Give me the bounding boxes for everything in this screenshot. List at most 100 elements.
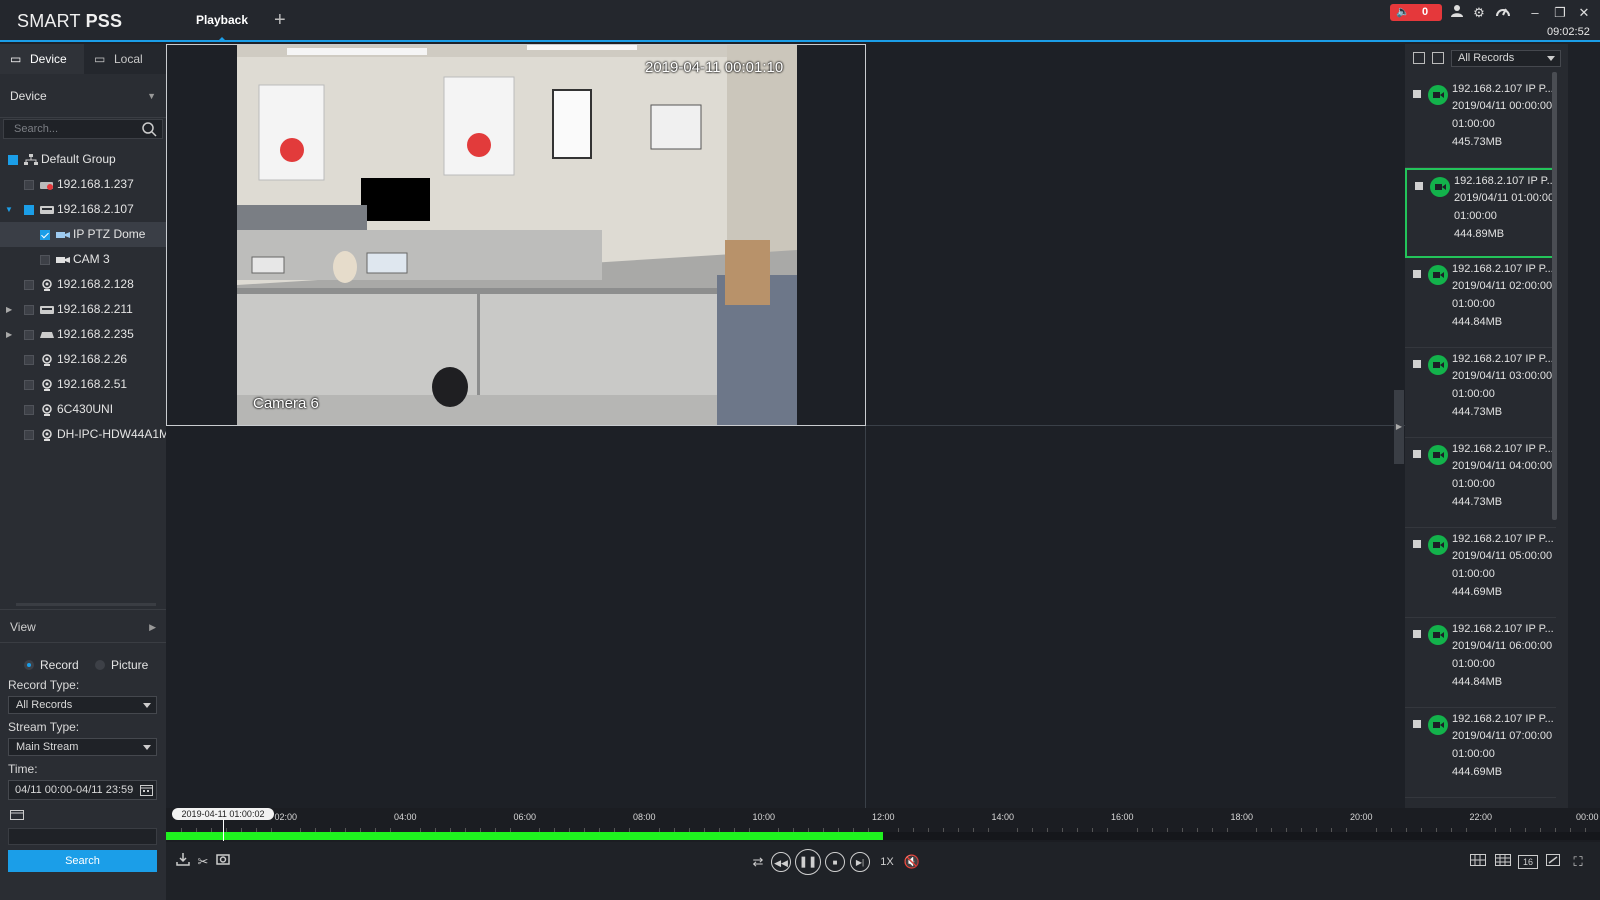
card-icon[interactable] <box>10 810 24 820</box>
tree-item-device[interactable]: 192.168.1.237 <box>0 172 166 197</box>
record-item[interactable]: 192.168.2.107 IP P... 2019/04/11 03:00:00… <box>1405 348 1556 438</box>
tree-item-default-group[interactable]: Default Group <box>0 147 166 172</box>
calendar-icon[interactable] <box>140 784 153 796</box>
checkbox[interactable] <box>24 280 34 290</box>
layout-9-icon[interactable] <box>1493 852 1513 872</box>
checkbox[interactable] <box>24 430 34 440</box>
empty-segment[interactable] <box>883 832 1600 840</box>
edit-layout-icon[interactable] <box>1543 852 1563 872</box>
restore-icon[interactable]: ❐ <box>1551 4 1569 22</box>
checkbox[interactable] <box>1413 90 1421 98</box>
search-button[interactable]: Search <box>8 850 157 872</box>
checkbox[interactable] <box>1413 540 1421 548</box>
record-item[interactable]: 192.168.2.107 IP P... 2019/04/11 00:00:00… <box>1405 78 1556 168</box>
user-icon[interactable] <box>1448 4 1466 22</box>
device-dropdown[interactable]: Device ▼ <box>0 80 166 118</box>
checkbox[interactable] <box>1413 450 1421 458</box>
record-item[interactable]: 192.168.2.107 IP P... 2019/04/11 07:00:00… <box>1405 708 1556 798</box>
checkbox[interactable] <box>40 255 50 265</box>
pause-icon[interactable]: ❚❚ <box>795 849 821 875</box>
checkbox[interactable] <box>24 205 34 215</box>
checkbox[interactable] <box>24 355 34 365</box>
time-range-field[interactable]: 04/11 00:00-04/11 23:59 <box>8 780 157 800</box>
tree-item-device[interactable]: ▶ 192.168.2.211 <box>0 297 166 322</box>
sync-icon[interactable]: ⇄ <box>749 852 767 872</box>
speed-indicator[interactable]: 1X <box>876 852 898 872</box>
tab-playback[interactable]: Playback <box>180 0 264 42</box>
checkbox[interactable] <box>24 305 34 315</box>
record-item[interactable]: 192.168.2.107 IP P... 2019/04/11 02:00:00… <box>1405 258 1556 348</box>
record-type-select[interactable]: All Records <box>8 696 157 714</box>
tree-item-device[interactable]: 192.168.2.128 <box>0 272 166 297</box>
layout-grid-icon[interactable] <box>1468 852 1488 872</box>
tree-item-device[interactable]: 192.168.2.26 <box>0 347 166 372</box>
checkbox[interactable] <box>1415 182 1423 190</box>
checkbox[interactable] <box>1413 360 1421 368</box>
recorded-segment[interactable] <box>166 832 883 840</box>
tree-item-device[interactable]: DH-IPC-HDW44A1M... <box>0 422 166 447</box>
timeline-tick-label: 12:00 <box>872 812 895 822</box>
clip-icon[interactable]: ✂ <box>194 852 212 872</box>
record-size: 444.69MB <box>1452 766 1503 778</box>
record-list-scrollbar[interactable] <box>1552 72 1557 520</box>
video-pane-1[interactable]: 2019-04-11 00:01:10 Camera 6 <box>166 44 866 426</box>
snapshot-icon[interactable] <box>214 852 232 872</box>
radio-dot <box>95 660 105 670</box>
checkbox[interactable] <box>1413 720 1421 728</box>
next-frame-icon[interactable]: ▶| <box>850 852 870 872</box>
gear-icon[interactable]: ⚙ <box>1470 4 1488 22</box>
tree-item-device[interactable]: ▼ 192.168.2.107 <box>0 197 166 222</box>
mute-icon[interactable]: 🔇 <box>903 852 921 872</box>
checkbox[interactable] <box>24 405 34 415</box>
checkbox[interactable] <box>8 155 18 165</box>
select-all-icon[interactable] <box>1413 52 1425 64</box>
record-duration: 01:00:00 <box>1452 568 1495 580</box>
timeline[interactable]: 02:00 04:00 06:00 08:00 10:00 12:00 14:00 16:00… <box>166 808 1600 842</box>
tree-item-device[interactable]: 6C430UNI <box>0 397 166 422</box>
checkbox[interactable] <box>1413 630 1421 638</box>
tree-scrollbar[interactable] <box>16 603 156 606</box>
tree-item-device[interactable]: 192.168.2.51 <box>0 372 166 397</box>
minimize-icon[interactable]: – <box>1526 4 1544 22</box>
timeline-tick-label: 18:00 <box>1230 812 1254 822</box>
stream-type-select[interactable]: Main Stream <box>8 738 157 756</box>
tree-item-channel[interactable]: CAM 3 <box>0 247 166 272</box>
tree-item-channel[interactable]: IP PTZ Dome <box>0 222 166 247</box>
tab-local[interactable]: ▭ Local <box>84 44 166 74</box>
alarm-badge[interactable]: 🔈 0 <box>1390 4 1442 21</box>
checkbox[interactable] <box>24 380 34 390</box>
layout-16-button[interactable]: 16 <box>1518 855 1538 869</box>
fullscreen-icon[interactable]: ⛶ <box>1568 852 1588 872</box>
stop-icon[interactable]: ■ <box>825 852 845 872</box>
checkbox[interactable] <box>24 180 34 190</box>
extra-field[interactable] <box>8 828 157 845</box>
record-duration: 01:00:00 <box>1452 298 1495 310</box>
search-input[interactable] <box>4 120 134 138</box>
expand-right-icon[interactable]: ▶ <box>6 322 16 347</box>
tab-device[interactable]: ▭ Device <box>0 44 84 74</box>
add-tab-icon[interactable]: + <box>274 9 286 32</box>
expand-down-icon[interactable]: ▼ <box>5 197 15 222</box>
expand-right-icon[interactable]: ▶ <box>6 297 16 322</box>
search-icon[interactable] <box>141 121 157 137</box>
checkbox[interactable] <box>40 230 50 240</box>
nvr-icon <box>40 206 54 214</box>
record-filter-select[interactable]: All Records <box>1451 50 1561 67</box>
file-icon[interactable] <box>1432 52 1444 64</box>
record-item[interactable]: 192.168.2.107 IP P... 2019/04/11 01:00:00… <box>1405 168 1556 258</box>
collapse-right-panel-handle[interactable]: ▶ <box>1394 390 1404 464</box>
record-item[interactable]: 192.168.2.107 IP P... 2019/04/11 06:00:00… <box>1405 618 1556 708</box>
tree-item-device[interactable]: ▶ 192.168.2.235 <box>0 322 166 347</box>
close-icon[interactable]: ✕ <box>1575 4 1593 22</box>
rewind-icon[interactable]: ◀◀ <box>771 852 791 872</box>
download-icon[interactable] <box>174 852 192 872</box>
clock: 09:02:52 <box>1547 26 1590 38</box>
checkbox[interactable] <box>24 330 34 340</box>
view-section[interactable]: View ▶ <box>0 609 166 643</box>
checkbox[interactable] <box>1413 270 1421 278</box>
record-item[interactable]: 192.168.2.107 IP P... 2019/04/11 05:00:00… <box>1405 528 1556 618</box>
chevron-right-icon: ▶ <box>149 622 156 632</box>
record-start: 2019/04/11 07:00:00 <box>1452 730 1553 742</box>
performance-icon[interactable] <box>1494 4 1512 22</box>
record-item[interactable]: 192.168.2.107 IP P... 2019/04/11 04:00:00… <box>1405 438 1556 528</box>
